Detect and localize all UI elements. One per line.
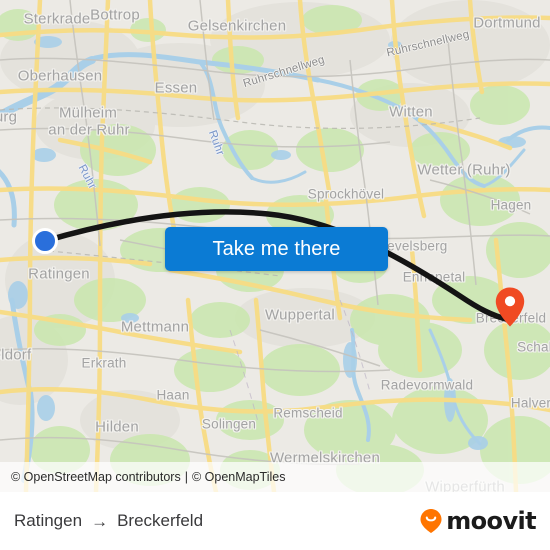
- map-pin-icon: [495, 287, 525, 327]
- moovit-pin-icon: [420, 509, 442, 533]
- moovit-trip-map-screen: Sterkrade Bottrop Gelsenkirchen Dortmund Obe…: [0, 0, 550, 550]
- take-me-there-label: Take me there: [212, 237, 341, 260]
- map-viewport[interactable]: Sterkrade Bottrop Gelsenkirchen Dortmund Obe…: [0, 0, 550, 492]
- map-attribution: © OpenStreetMap contributors | © OpenMap…: [0, 462, 550, 492]
- bottom-bar: Ratingen → Breckerfeld moovit: [0, 492, 550, 550]
- take-me-there-button[interactable]: Take me there: [165, 227, 388, 271]
- trip-destination: Breckerfeld: [117, 511, 204, 530]
- moovit-wordmark: moovit: [446, 507, 536, 535]
- moovit-logo[interactable]: moovit: [419, 507, 537, 535]
- arrow-right-icon: →: [91, 511, 109, 531]
- attribution-osm[interactable]: © OpenStreetMap contributors: [11, 470, 181, 484]
- trip-summary: Ratingen → Breckerfeld: [14, 511, 203, 531]
- destination-marker[interactable]: [494, 286, 526, 328]
- attribution-separator: |: [184, 470, 188, 484]
- attribution-openmaptiles[interactable]: © OpenMapTiles: [192, 470, 286, 484]
- origin-marker[interactable]: [32, 228, 58, 254]
- trip-origin: Ratingen: [14, 511, 83, 530]
